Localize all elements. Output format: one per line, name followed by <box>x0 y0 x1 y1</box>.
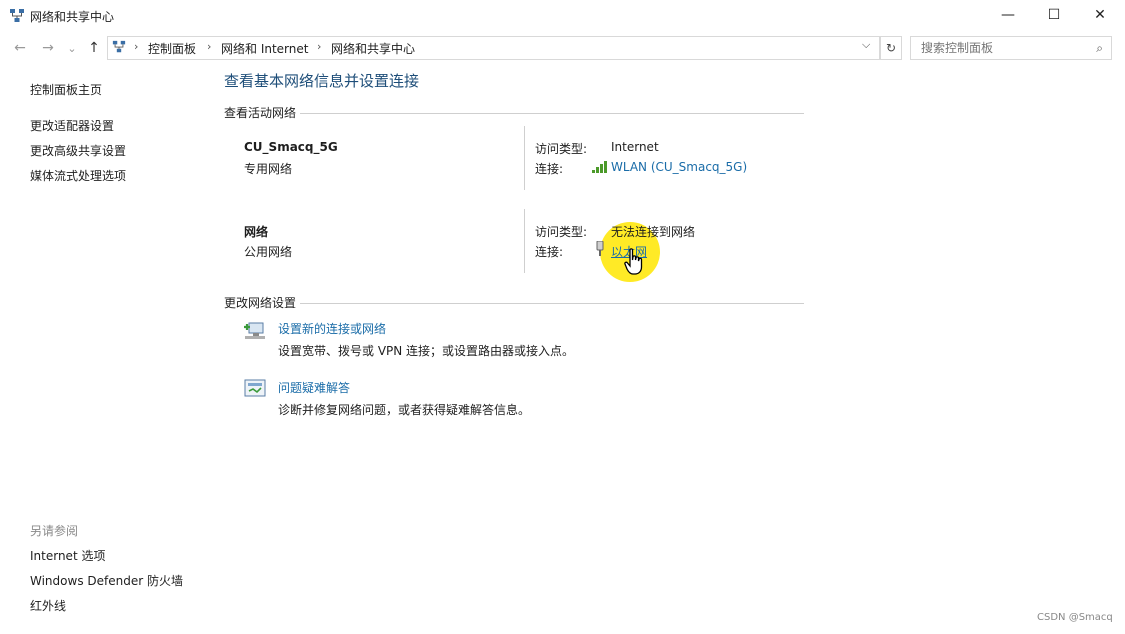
ethernet-icon <box>596 241 604 256</box>
sidebar-media-streaming[interactable]: 媒体流式处理选项 <box>30 167 126 184</box>
sidebar-change-adapter-settings[interactable]: 更改适配器设置 <box>30 117 114 134</box>
search-icon[interactable]: ⌕ <box>1096 41 1103 56</box>
address-dropdown-icon[interactable]: ⌵ <box>862 38 870 52</box>
sidebar-home-link[interactable]: 控制面板主页 <box>30 81 102 98</box>
control-panel-icon <box>112 40 126 53</box>
access-type-label: 访问类型: <box>535 225 588 239</box>
see-also-infrared[interactable]: 红外线 <box>30 597 66 614</box>
maximize-button[interactable]: ☐ <box>1031 0 1077 30</box>
wifi-signal-icon <box>592 161 607 173</box>
title-bar <box>0 0 1125 32</box>
breadcrumb-separator: › <box>134 40 139 53</box>
breadcrumb-separator: › <box>207 40 212 53</box>
connection-label: 连接: <box>535 162 564 176</box>
troubleshoot-link[interactable]: 问题疑难解答 <box>278 379 350 396</box>
network-center-icon <box>10 9 24 22</box>
section-divider <box>224 303 804 304</box>
change-settings-heading: 更改网络设置 <box>224 294 301 311</box>
new-connection-icon <box>244 322 265 339</box>
wlan-connection-link[interactable]: WLAN (CU_Smacq_5G) <box>611 160 747 174</box>
access-type-label: 访问类型: <box>535 142 588 156</box>
close-button[interactable]: ✕ <box>1077 0 1123 30</box>
network-name: CU_Smacq_5G <box>244 140 338 154</box>
network-profile-link[interactable]: 公用网络 <box>244 243 292 260</box>
refresh-icon[interactable]: ↻ <box>880 36 902 60</box>
breadcrumb-separator: › <box>317 40 322 53</box>
troubleshoot-description: 诊断并修复网络问题，或者获得疑难解答信息。 <box>278 403 531 417</box>
window-title: 网络和共享中心 <box>30 10 115 24</box>
search-input[interactable] <box>919 40 1083 56</box>
sidebar-change-advanced-sharing[interactable]: 更改高级共享设置 <box>30 142 126 159</box>
breadcrumb-network-sharing-center[interactable]: 网络和共享中心 <box>331 40 415 57</box>
search-box[interactable]: ⌕ <box>910 36 1112 60</box>
hand-cursor-icon <box>624 248 643 275</box>
network-divider <box>524 209 525 273</box>
recent-locations-icon[interactable]: ⌄ <box>62 38 82 58</box>
see-also-heading: 另请参阅 <box>30 524 79 538</box>
connection-label: 连接: <box>535 245 564 259</box>
breadcrumb-control-panel[interactable]: 控制面板 <box>148 40 196 57</box>
see-also-internet-options[interactable]: Internet 选项 <box>30 547 105 564</box>
access-type-value: 无法连接到网络 <box>611 225 696 239</box>
forward-arrow-icon[interactable]: → <box>38 38 58 58</box>
up-arrow-icon[interactable]: ↑ <box>84 38 104 58</box>
network-name: 网络 <box>244 225 269 239</box>
active-networks-heading: 查看活动网络 <box>224 104 301 121</box>
back-arrow-icon[interactable]: ← <box>10 38 30 58</box>
setup-new-connection-link[interactable]: 设置新的连接或网络 <box>278 320 386 337</box>
access-type-value: Internet <box>611 140 659 154</box>
network-profile-link[interactable]: 专用网络 <box>244 160 292 177</box>
breadcrumb-network-internet[interactable]: 网络和 Internet <box>221 40 308 57</box>
network-divider <box>524 126 525 190</box>
see-also-windows-defender-firewall[interactable]: Windows Defender 防火墙 <box>30 572 183 589</box>
minimize-button[interactable]: — <box>985 0 1031 30</box>
watermark: CSDN @Smacq <box>1037 612 1113 623</box>
page-title: 查看基本网络信息并设置连接 <box>224 72 420 90</box>
setup-new-connection-description: 设置宽带、拨号或 VPN 连接；或设置路由器或接入点。 <box>278 344 575 358</box>
section-divider <box>224 113 804 114</box>
troubleshoot-icon <box>244 379 266 397</box>
